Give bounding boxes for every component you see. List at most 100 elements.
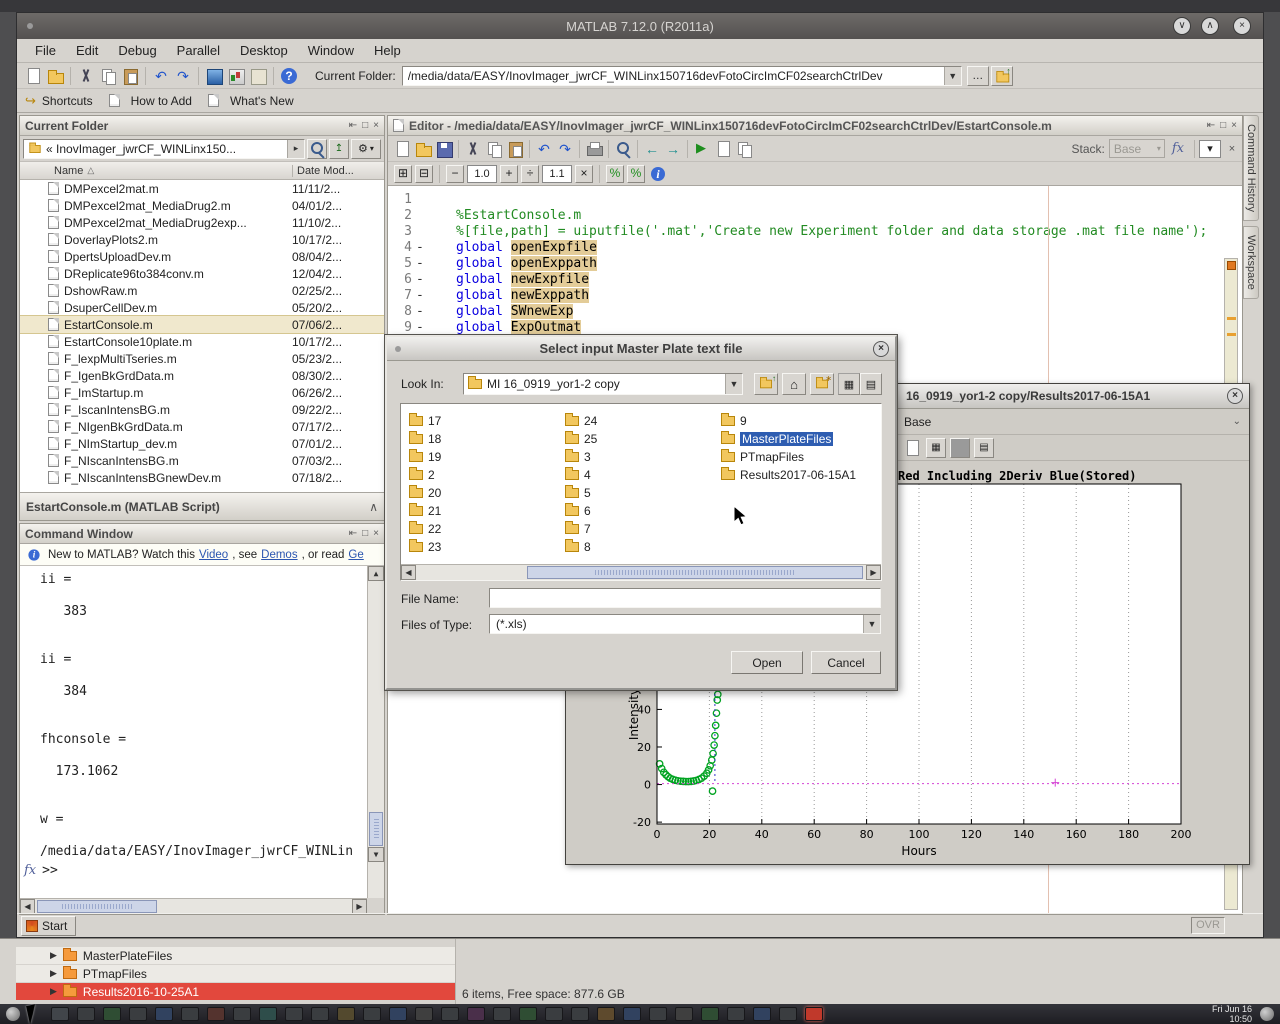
minimize-button[interactable]: ∨ — [1173, 17, 1191, 35]
guide-icon[interactable] — [226, 66, 246, 86]
file-row[interactable]: F_IgenBkGrdData.m08/30/2... — [20, 367, 384, 384]
code-line[interactable]: 7-global newExppath — [388, 288, 1242, 304]
restore-icon[interactable]: □ — [362, 528, 368, 539]
cancel-button[interactable]: Cancel — [811, 651, 881, 674]
pointer-icon[interactable] — [26, 1004, 39, 1024]
dialog-folder-item[interactable]: 18 — [409, 430, 441, 447]
taskbar-app-icon[interactable] — [649, 1007, 667, 1021]
address-combo[interactable]: « InovImager_jwrCF_WINLinx150... ▸ — [23, 139, 305, 159]
session-icon[interactable] — [1260, 1007, 1274, 1021]
vertical-scrollbar[interactable]: ▲ ▼ — [367, 566, 384, 898]
combo-dropdown-icon[interactable]: ▼ — [863, 615, 880, 633]
scroll-left-icon[interactable]: ◀ — [401, 565, 416, 580]
dialog-titlebar[interactable]: Select input Master Plate text file × — [387, 337, 895, 361]
close-figure-icon[interactable]: × — [1227, 388, 1243, 404]
file-row[interactable]: F_NImStartup_dev.m07/01/2... — [20, 435, 384, 452]
scrollbar-thumb[interactable] — [369, 812, 383, 846]
up-one-level-button[interactable]: ↑ — [754, 373, 778, 395]
home-button[interactable]: ⌂ — [782, 373, 806, 395]
file-row[interactable]: DMPexcel2mat.m11/11/2... — [20, 180, 384, 197]
video-link[interactable]: Video — [199, 549, 228, 561]
taskbar-app-icon[interactable] — [155, 1007, 173, 1021]
file-row[interactable]: F_IscanIntensBG.m09/22/2... — [20, 401, 384, 418]
taskbar-app-icon[interactable] — [285, 1007, 303, 1021]
dialog-folder-item[interactable]: 17 — [409, 412, 441, 429]
restore-icon[interactable]: □ — [1220, 120, 1226, 131]
taskbar-app-icon[interactable] — [727, 1007, 745, 1021]
taskbar-app-icon[interactable] — [805, 1007, 823, 1021]
shortcuts-label[interactable]: Shortcuts — [42, 94, 93, 108]
file-row[interactable]: F_NIgenBkGrdData.m07/17/2... — [20, 418, 384, 435]
breakpoint-column[interactable]: - — [412, 304, 440, 320]
launcher-icon[interactable] — [6, 1007, 20, 1021]
file-row[interactable]: EstartConsole10plate.m10/17/2... — [20, 333, 384, 350]
file-row[interactable]: DpertsUploadDev.m08/04/2... — [20, 248, 384, 265]
command-window-header[interactable]: Command Window ⇤□× — [20, 524, 384, 544]
publish-icon[interactable] — [713, 139, 733, 159]
dock-icon[interactable]: ⇤ — [349, 528, 357, 539]
copy-icon[interactable] — [98, 66, 118, 86]
split-close-icon[interactable]: × — [1222, 139, 1242, 159]
horizontal-scrollbar[interactable]: ◀ ▶ — [401, 564, 881, 580]
dock-icon[interactable]: ⇤ — [1207, 120, 1215, 131]
column-date[interactable]: Date Mod... — [292, 165, 384, 177]
folder-list[interactable]: ◀ ▶ 17181922021222324253456789MasterPlat… — [400, 403, 882, 581]
increase-value-button[interactable]: + — [500, 165, 518, 183]
fx-icon[interactable]: fx — [1172, 141, 1184, 156]
breakpoint-column[interactable] — [412, 192, 440, 208]
open-file-icon[interactable] — [45, 66, 65, 86]
look-in-combo[interactable]: MI 16_0919_yor1-2 copy ▼ — [463, 373, 743, 395]
demos-link[interactable]: Demos — [261, 549, 297, 561]
taskbar-app-icon[interactable] — [103, 1007, 121, 1021]
expand-arrow-icon[interactable]: ▶ — [50, 968, 57, 979]
collapse-details-icon[interactable]: ∧ — [369, 500, 378, 514]
breadcrumb-expand-icon[interactable]: ▸ — [287, 140, 304, 158]
menu-parallel[interactable]: Parallel — [167, 40, 230, 61]
code-line[interactable]: 9-global ExpOutmat — [388, 320, 1242, 336]
dialog-folder-item[interactable]: 4 — [565, 466, 591, 483]
taskbar-app-icon[interactable] — [493, 1007, 511, 1021]
breakpoint-column[interactable]: - — [412, 288, 440, 304]
dialog-folder-item[interactable]: 3 — [565, 448, 591, 465]
menu-edit[interactable]: Edit — [66, 40, 108, 61]
collapse-toolbar-icon[interactable]: ⌄ — [1233, 416, 1241, 427]
scroll-up-icon[interactable]: ▲ — [368, 566, 384, 581]
dialog-folder-item[interactable]: 2 — [409, 466, 435, 483]
code-line[interactable]: 1 — [388, 192, 1242, 208]
column-name[interactable]: Name — [54, 165, 83, 177]
run-section-icon[interactable]: % — [606, 165, 624, 183]
close-button[interactable]: × — [1233, 17, 1251, 35]
help-icon[interactable] — [279, 66, 299, 86]
analyzer-warning-tick[interactable] — [1227, 317, 1236, 320]
redo-icon[interactable]: ↷ — [173, 66, 193, 86]
analyzer-warning-tick[interactable] — [1227, 333, 1236, 336]
layout-icon[interactable]: ▤ — [974, 438, 994, 458]
combo-dropdown-icon[interactable]: ▼ — [944, 67, 961, 85]
window-titlebar[interactable]: MATLAB 7.12.0 (R2011a) ∨ ∧ × — [17, 13, 1263, 39]
open-icon[interactable] — [413, 139, 433, 159]
taskbar-app-icon[interactable] — [207, 1007, 225, 1021]
stack-combo[interactable]: Base ▾ — [1109, 139, 1165, 158]
taskbar-app-icon[interactable] — [675, 1007, 693, 1021]
scroll-down-icon[interactable]: ▼ — [368, 847, 384, 862]
taskbar-app-icon[interactable] — [545, 1007, 563, 1021]
taskbar-app-icon[interactable] — [779, 1007, 797, 1021]
editor-header[interactable]: Editor - /media/data/EASY/InovImager_jwr… — [388, 116, 1242, 136]
run-icon[interactable] — [692, 139, 712, 159]
scroll-right-icon[interactable]: ▶ — [866, 565, 881, 580]
code-line[interactable]: 5-global openExppath — [388, 256, 1242, 272]
code-line[interactable]: 2%EstartConsole.m — [388, 208, 1242, 224]
taskbar-app-icon[interactable] — [467, 1007, 485, 1021]
info-icon[interactable] — [648, 164, 668, 184]
layout-combo[interactable]: ▾ — [1199, 140, 1221, 158]
file-row[interactable]: F_ImStartup.m06/26/2... — [20, 384, 384, 401]
dialog-folder-item[interactable]: PTmapFiles — [721, 448, 804, 465]
getting-started-link[interactable]: Ge — [348, 549, 363, 561]
scroll-right-icon[interactable]: ▶ — [352, 899, 367, 914]
cut-icon[interactable] — [463, 139, 483, 159]
dialog-folder-item[interactable]: 9 — [721, 412, 747, 429]
file-row[interactable]: F_NIscanIntensBGnewDev.m07/18/2... — [20, 469, 384, 486]
paste-icon[interactable] — [505, 139, 525, 159]
taskbar-app-icon[interactable] — [415, 1007, 433, 1021]
up-one-level-button[interactable]: ↥ — [329, 139, 349, 159]
